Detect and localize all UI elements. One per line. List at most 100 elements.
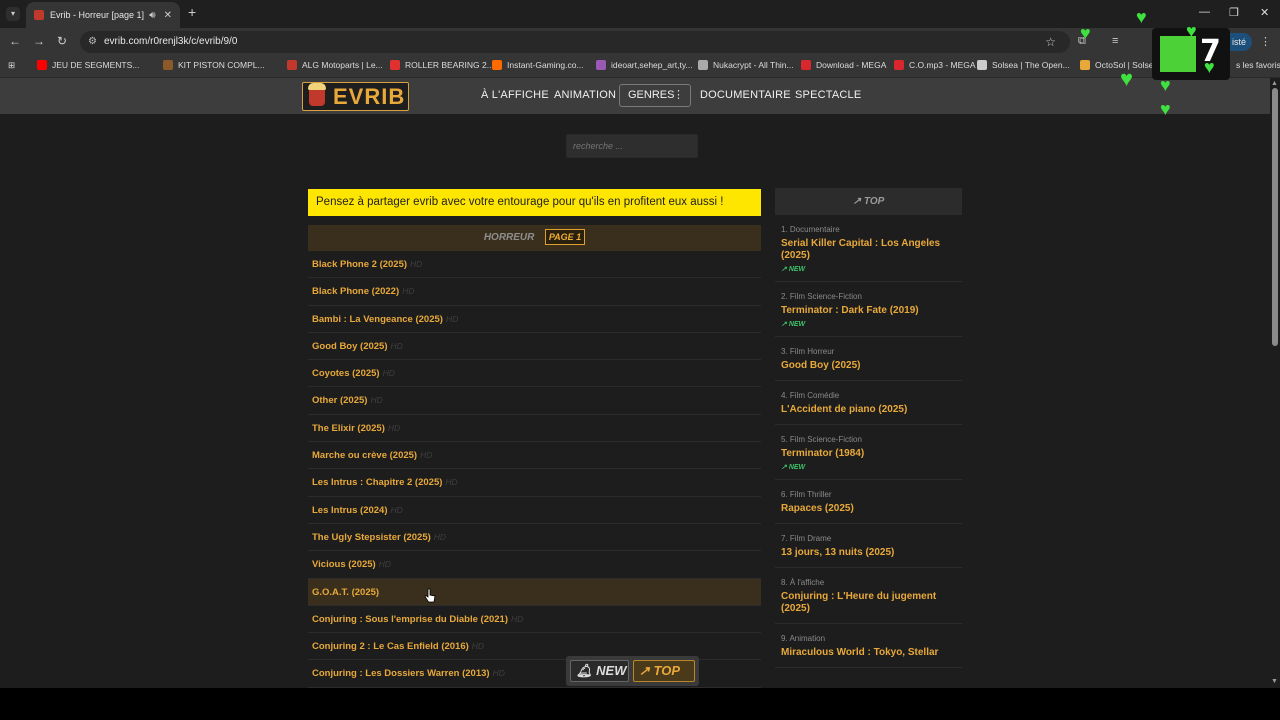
nav-a-laffiche[interactable]: À L'AFFICHE	[481, 89, 549, 101]
tab-search-icon[interactable]: ▾	[6, 7, 20, 21]
search-input[interactable]	[566, 134, 698, 158]
movie-title[interactable]: Black Phone (2022)	[312, 286, 399, 297]
scroll-down-icon[interactable]: ▼	[1271, 678, 1278, 685]
site-info-icon[interactable]: ⚙︎	[88, 31, 97, 53]
quality-badge: HD	[390, 504, 403, 515]
float-new-button[interactable]: 🔔︎ NEW	[570, 660, 629, 682]
top-item-title[interactable]: Good Boy (2025)	[781, 360, 956, 372]
movie-title[interactable]: Conjuring 2 : Le Cas Enfield (2016)	[312, 641, 469, 652]
list-header: HORREUR PAGE 1	[308, 225, 761, 251]
movie-title[interactable]: The Elixir (2025)	[312, 423, 385, 434]
top-item-meta: 5. Film Science-Fiction	[781, 435, 862, 444]
scrollbar-thumb[interactable]	[1272, 88, 1278, 346]
scroll-up-icon[interactable]: ▲	[1271, 80, 1278, 87]
genre-heading: HORREUR	[483, 232, 535, 243]
top-item[interactable]: 5. Film Science-Fiction Terminator (1984)…	[775, 425, 962, 480]
movie-title[interactable]: Les Intrus (2024)	[312, 505, 388, 516]
movie-title[interactable]: Black Phone 2 (2025)	[312, 259, 407, 270]
forward-icon[interactable]: →	[33, 34, 45, 48]
address-bar[interactable]: ⚙︎ evrib.com/r0renjl3k/c/evrib/9/0 ☆	[80, 31, 1070, 53]
movie-title[interactable]: The Ugly Stepsister (2025)	[312, 532, 431, 543]
top-item-title[interactable]: 13 jours, 13 nuits (2025)	[781, 547, 956, 559]
heart-icon: ♥	[1204, 57, 1215, 77]
new-tab-button[interactable]: +	[188, 4, 196, 20]
bookmark-item[interactable]: ALG Motoparts | Le...	[287, 60, 383, 70]
top-item[interactable]: 7. Film Drame 13 jours, 13 nuits (2025)	[775, 524, 962, 568]
bookmark-item[interactable]: JEU DE SEGMENTS...	[37, 60, 139, 70]
movie-row[interactable]: Marche ou crève (2025) HD	[308, 442, 761, 470]
page-scrollbar[interactable]: ▲ ▼	[1270, 78, 1280, 688]
top-item[interactable]: 9. Animation Miraculous World : Tokyo, St…	[775, 624, 962, 668]
movie-title[interactable]: Vicious (2025)	[312, 559, 376, 570]
top-item-title[interactable]: Conjuring : L'Heure du jugement (2025)	[781, 591, 956, 615]
bookmark-favicon-icon	[163, 60, 173, 70]
bookmark-item[interactable]: Solsea | The Open...	[977, 60, 1070, 70]
top-item[interactable]: 3. Film Horreur Good Boy (2025)	[775, 337, 962, 381]
popcorn-icon	[308, 82, 326, 106]
movie-title[interactable]: Coyotes (2025)	[312, 368, 380, 379]
movie-row[interactable]: Other (2025) HD	[308, 387, 761, 415]
bookmark-item[interactable]: Instant-Gaming.co...	[492, 60, 584, 70]
nav-animation[interactable]: ANIMATION	[554, 89, 616, 101]
movie-title[interactable]: Other (2025)	[312, 395, 367, 406]
movie-row[interactable]: The Ugly Stepsister (2025) HD	[308, 524, 761, 552]
movie-title[interactable]: Good Boy (2025)	[312, 341, 388, 352]
apps-icon[interactable]: ⊞	[8, 60, 15, 71]
top-item-title[interactable]: Terminator (1984)	[781, 448, 956, 460]
close-tab-icon[interactable]: ✕	[164, 10, 172, 21]
top-item[interactable]: 2. Film Science-Fiction Terminator : Dark…	[775, 282, 962, 337]
movie-title[interactable]: Conjuring : Les Dossiers Warren (2013)	[312, 668, 490, 679]
movie-title[interactable]: Conjuring : Sous l'emprise du Diable (20…	[312, 614, 508, 625]
bookmark-item[interactable]: ROLLER BEARING 2...	[390, 60, 494, 70]
movie-row[interactable]: Conjuring : Sous l'emprise du Diable (20…	[308, 606, 761, 634]
top-item[interactable]: 1. Documentaire Serial Killer Capital : L…	[775, 215, 962, 282]
top-item-title[interactable]: Miraculous World : Tokyo, Stellar	[781, 647, 956, 659]
movie-row[interactable]: Les Intrus (2024) HD	[308, 497, 761, 524]
close-window-icon[interactable]: ✕	[1260, 6, 1269, 19]
movie-title[interactable]: Bambi : La Vengeance (2025)	[312, 314, 443, 325]
all-bookmarks[interactable]: s les favoris	[1236, 60, 1280, 70]
top-item[interactable]: 8. À l'affiche Conjuring : L'Heure du jug…	[775, 568, 962, 624]
bell-icon: 🔔︎	[576, 663, 593, 678]
minimize-icon[interactable]: —	[1199, 6, 1210, 18]
nav-genres[interactable]: GENRES ⋮	[619, 84, 691, 107]
restore-icon[interactable]: ❐	[1229, 6, 1239, 19]
bookmark-star-icon[interactable]: ☆	[1045, 31, 1056, 53]
menu-icon[interactable]: ⋮	[1260, 35, 1271, 48]
movie-row[interactable]: The Elixir (2025) HD	[308, 415, 761, 443]
movie-row[interactable]: G.O.A.T. (2025)	[308, 578, 761, 606]
bookmark-label: Download - MEGA	[816, 60, 887, 70]
movie-row[interactable]: Coyotes (2025) HD	[308, 360, 761, 388]
top-item[interactable]: 4. Film Comédie L'Accident de piano (2025…	[775, 381, 962, 425]
page-badge[interactable]: PAGE 1	[544, 229, 586, 245]
audio-icon[interactable]: 🔊︎	[149, 10, 155, 21]
bookmark-item[interactable]: KIT PISTON COMPL...	[163, 60, 265, 70]
nav-spectacle[interactable]: SPECTACLE	[795, 89, 861, 101]
site-logo[interactable]: EVRIB	[302, 82, 409, 111]
movie-row[interactable]: Black Phone 2 (2025) HD	[308, 251, 761, 279]
movie-title[interactable]: Marche ou crève (2025)	[312, 450, 417, 461]
bookmark-item[interactable]: ideoart,sehep_art,ty...	[596, 60, 693, 70]
reload-icon[interactable]: ↻	[57, 34, 67, 48]
bookmark-item[interactable]: C.O.mp3 - MEGA	[894, 60, 976, 70]
top-item-title[interactable]: L'Accident de piano (2025)	[781, 404, 956, 416]
movie-title[interactable]: G.O.A.T. (2025)	[312, 587, 379, 598]
movie-row[interactable]: Vicious (2025) HD	[308, 551, 761, 579]
top-item[interactable]: 6. Film Thriller Rapaces (2025)	[775, 480, 962, 524]
movie-row[interactable]: Good Boy (2025) HD	[308, 333, 761, 361]
float-top-button[interactable]: ↗ TOP	[633, 660, 695, 682]
top-item-title[interactable]: Terminator : Dark Fate (2019)	[781, 305, 956, 317]
heart-icon: ♥	[1080, 23, 1091, 43]
movie-row[interactable]: Black Phone (2022) HD	[308, 278, 761, 306]
back-icon[interactable]: ←	[9, 34, 21, 48]
bookmark-item[interactable]: Nukacrypt - All Thin...	[698, 60, 794, 70]
media-icon[interactable]: ≡	[1112, 35, 1118, 47]
movie-title[interactable]: Les Intrus : Chapitre 2 (2025)	[312, 477, 442, 488]
top-item-title[interactable]: Serial Killer Capital : Los Angeles (202…	[781, 238, 956, 262]
movie-row[interactable]: Les Intrus : Chapitre 2 (2025) HD	[308, 469, 761, 497]
movie-row[interactable]: Bambi : La Vengeance (2025) HD	[308, 306, 761, 333]
top-item-title[interactable]: Rapaces (2025)	[781, 503, 956, 515]
browser-tab[interactable]: Evrib - Horreur [page 1] 🔊︎ ✕	[26, 2, 180, 28]
bookmark-item[interactable]: Download - MEGA	[801, 60, 886, 70]
nav-documentaire[interactable]: DOCUMENTAIRE	[700, 89, 791, 101]
